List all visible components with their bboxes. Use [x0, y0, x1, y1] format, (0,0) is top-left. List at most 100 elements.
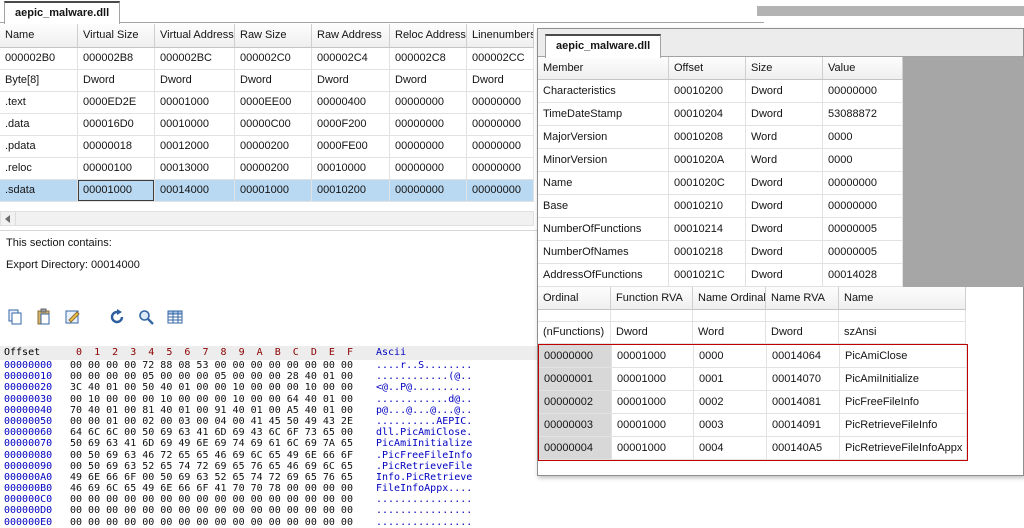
table-cell[interactable]: 00001000 [612, 437, 694, 460]
hex-row-bytes[interactable]: 00 10 00 00 00 10 00 00 00 10 00 00 64 4… [70, 394, 376, 405]
hex-row[interactable]: 000000B046 69 6C 65 49 6E 66 6F 41 70 70… [0, 483, 764, 494]
hex-row-ascii[interactable]: ............d@.. [376, 394, 472, 405]
hex-row-bytes[interactable]: 00 00 01 00 02 00 03 00 04 00 41 45 50 4… [70, 416, 376, 427]
table-cell[interactable]: 000002B8 [78, 48, 155, 70]
table-cell[interactable]: Dword [746, 241, 823, 264]
table-cell[interactable]: 00000000 [467, 158, 534, 180]
hex-row-bytes[interactable]: 49 6E 66 6F 00 50 69 63 52 65 74 72 69 6… [70, 472, 376, 483]
table-cell[interactable]: 00000005 [823, 218, 903, 241]
hex-row[interactable]: 000000E000 00 00 00 00 00 00 00 00 00 00… [0, 517, 764, 528]
table-cell[interactable]: NumberOfNames [538, 241, 669, 264]
member-table-row[interactable]: TimeDateStamp 00010204 Dword 53088872 [538, 103, 903, 126]
hex-row-ascii[interactable]: .PicFreeFileInfo [376, 450, 472, 461]
table-cell[interactable]: 00000200 [235, 136, 312, 158]
table-cell[interactable]: 00001000 [155, 92, 235, 114]
hex-row-bytes[interactable]: 00 50 69 63 52 65 74 72 69 65 76 65 46 6… [70, 461, 376, 472]
table-cell[interactable]: 00000000 [390, 92, 467, 114]
table-cell[interactable]: 53088872 [823, 103, 903, 126]
hex-row-ascii[interactable]: ................ [376, 517, 472, 528]
table-cell[interactable]: 00000018 [78, 136, 155, 158]
table-cell[interactable]: 00000100 [78, 158, 155, 180]
table-cell[interactable]: 00014064 [767, 345, 840, 368]
hex-row-bytes[interactable]: 00 00 00 00 00 00 00 00 00 00 00 00 00 0… [70, 517, 376, 528]
hex-row[interactable]: 000000D000 00 00 00 00 00 00 00 00 00 00… [0, 505, 764, 516]
section-table-row[interactable]: .data 000016D0 00010000 00000C00 0000F20… [0, 114, 534, 136]
table-cell[interactable]: .pdata [0, 136, 78, 158]
table-cell[interactable]: Dword [746, 172, 823, 195]
member-table-row[interactable]: NumberOfFunctions 00010214 Dword 0000000… [538, 218, 903, 241]
table-cell[interactable]: 0001021C [669, 264, 746, 287]
table-cell[interactable]: 00001000 [78, 180, 155, 202]
table-cell[interactable]: 00000400 [312, 92, 390, 114]
table-cell[interactable]: 00000000 [390, 136, 467, 158]
table-cell[interactable]: PicRetrieveFileInfoAppx [840, 437, 967, 460]
table-cell[interactable]: Characteristics [538, 80, 669, 103]
section-table-row[interactable]: Byte[8] Dword Dword Dword Dword Dword Dw… [0, 70, 534, 92]
table-cell[interactable]: 00000000 [823, 172, 903, 195]
table-cell[interactable]: Name [538, 172, 669, 195]
table-cell[interactable]: 00000000 [467, 180, 534, 202]
table-cell[interactable]: 00001000 [235, 180, 312, 202]
table-cell[interactable]: 0000F200 [312, 114, 390, 136]
section-table-row[interactable]: .sdata 00001000 00014000 00001000 000102… [0, 180, 534, 202]
hex-row-bytes[interactable]: 70 40 01 00 81 40 01 00 91 40 01 00 A5 4… [70, 405, 376, 416]
table-cell[interactable]: 00000000 [539, 345, 612, 368]
table-cell[interactable]: 0004 [694, 437, 767, 460]
export-function-row[interactable]: 00000001 00001000 0001 00014070 PicAmiIn… [539, 368, 967, 391]
table-cell[interactable]: 0003 [694, 414, 767, 437]
hex-row-bytes[interactable]: 46 69 6C 65 49 6E 66 6F 41 70 70 78 00 0… [70, 483, 376, 494]
table-cell[interactable]: 0002 [694, 391, 767, 414]
table-cell[interactable]: 00014070 [767, 368, 840, 391]
table-cell[interactable]: 00000001 [539, 368, 612, 391]
table-cell[interactable]: 000002C0 [235, 48, 312, 70]
table-cell[interactable]: PicFreeFileInfo [840, 391, 967, 414]
table-cell[interactable]: 00000000 [390, 114, 467, 136]
hex-row-ascii[interactable]: FileInfoAppx.... [376, 483, 472, 494]
hex-row-ascii[interactable]: .PicRetrieveFile [376, 461, 472, 472]
hex-row-ascii[interactable]: p@...@...@...@.. [376, 405, 472, 416]
hex-row[interactable]: 000000C000 00 00 00 00 00 00 00 00 00 00… [0, 494, 764, 505]
table-cell[interactable]: 00010200 [312, 180, 390, 202]
table-cell[interactable]: Dword [467, 70, 534, 92]
table-cell[interactable]: Dword [235, 70, 312, 92]
tab-aepic-malware-dll[interactable]: aepic_malware.dll [4, 1, 120, 24]
table-cell[interactable]: PicRetrieveFileInfo [840, 414, 967, 437]
table-cell[interactable]: 00000000 [390, 180, 467, 202]
table-cell[interactable]: 0000ED2E [78, 92, 155, 114]
table-cell[interactable]: 00010200 [669, 80, 746, 103]
table-cell[interactable]: 0000 [823, 149, 903, 172]
hex-row-ascii[interactable]: ..........AEPIC. [376, 416, 472, 427]
table-cell[interactable]: 000002BC [155, 48, 235, 70]
table-cell[interactable]: 00001000 [612, 345, 694, 368]
table-cell[interactable]: 00000C00 [235, 114, 312, 136]
table-cell[interactable]: Base [538, 195, 669, 218]
table-cell[interactable]: 00012000 [155, 136, 235, 158]
member-table-row[interactable]: MajorVersion 00010208 Word 0000 [538, 126, 903, 149]
table-cell[interactable]: 00000005 [823, 241, 903, 264]
table-cell[interactable]: Byte[8] [0, 70, 78, 92]
section-table-row[interactable]: .reloc 00000100 00013000 00000200 000100… [0, 158, 534, 180]
table-cell[interactable]: 0001020C [669, 172, 746, 195]
table-cell[interactable]: 00010000 [312, 158, 390, 180]
table-cell[interactable]: 0000 [823, 126, 903, 149]
table-cell[interactable]: 000002C4 [312, 48, 390, 70]
table-cell[interactable]: 000002C8 [390, 48, 467, 70]
table-cell[interactable]: 00010210 [669, 195, 746, 218]
hex-row-ascii[interactable]: PicAmiInitialize [376, 438, 472, 449]
section-table-row[interactable]: 000002B0 000002B8 000002BC 000002C0 0000… [0, 48, 534, 70]
export-function-row[interactable]: 00000000 00001000 0000 00014064 PicAmiCl… [539, 345, 967, 368]
table-cell[interactable]: 00013000 [155, 158, 235, 180]
table-cell[interactable]: 00000000 [467, 114, 534, 136]
table-cell[interactable]: 00000000 [390, 158, 467, 180]
copy-icon[interactable] [4, 306, 26, 328]
table-cell[interactable]: Word [746, 149, 823, 172]
table-cell[interactable]: Dword [390, 70, 467, 92]
paste-icon[interactable] [33, 306, 55, 328]
table-cell[interactable]: 0001 [694, 368, 767, 391]
table-cell[interactable]: 00000004 [539, 437, 612, 460]
hex-row-bytes[interactable]: 00 00 00 00 72 88 08 53 00 00 00 00 00 0… [70, 360, 376, 371]
export-function-row[interactable]: 00000004 00001000 0004 000140A5 PicRetri… [539, 437, 967, 460]
hex-row-ascii[interactable]: Info.PicRetrieve [376, 472, 472, 483]
table-cell[interactable]: AddressOfFunctions [538, 264, 669, 287]
table-cell[interactable]: 00000000 [467, 136, 534, 158]
